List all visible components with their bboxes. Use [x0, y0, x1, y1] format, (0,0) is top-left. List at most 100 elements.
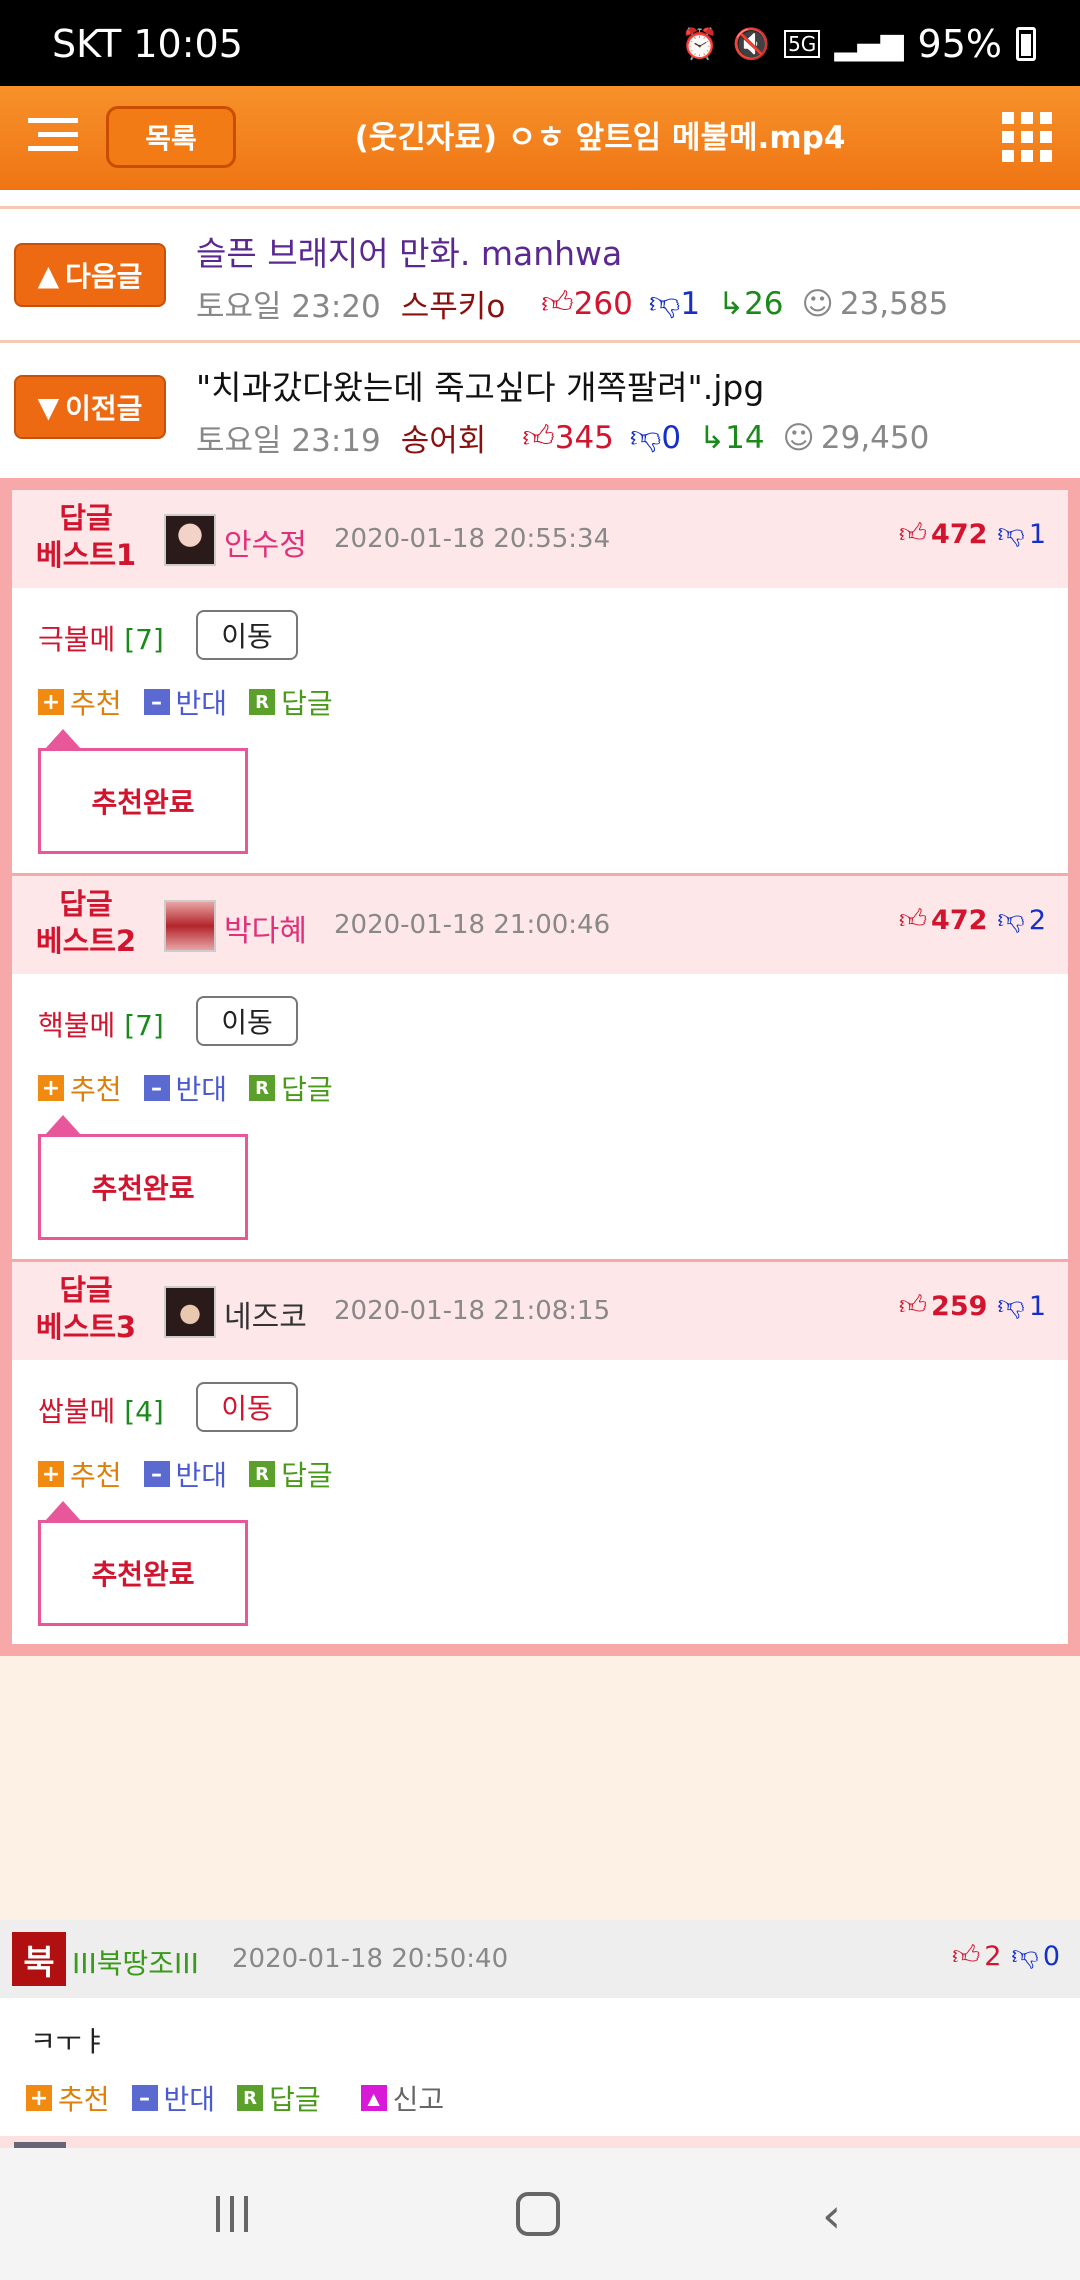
- next-post-meta: 토요일 23:20 스푸키o 👍︎ 260 👎︎ 1 ↳ 26 ☺ 23,585: [196, 281, 948, 326]
- post-author: 스푸키o: [400, 289, 506, 325]
- plus-icon: +: [26, 2085, 52, 2111]
- hamburger-menu-icon[interactable]: [28, 118, 78, 158]
- reply-r-icon: R: [237, 2085, 264, 2111]
- prev-post-row[interactable]: ▼ 이전글 "치과갔다왔는데 죽고싶다 개쪽팔려".jpg 토요일 23:19 …: [0, 340, 1080, 470]
- reply-date: 2020-01-18 20:55:34: [334, 524, 611, 554]
- thumbs-up-icon: 👍︎: [952, 1940, 981, 1971]
- thumbs-down-icon: 👎︎: [1011, 1940, 1039, 1971]
- reply-actions: + 추천 – 반대 R 답글 ▲ 신고: [26, 2078, 466, 2118]
- views-icon: ☺: [801, 285, 834, 322]
- alarm-icon: ⏰: [681, 26, 719, 62]
- reply-text: ㅋㅜㅑ: [30, 2025, 108, 2058]
- reply-actions: + 추천 – 반대 R 답글: [38, 1454, 355, 1494]
- home-icon[interactable]: [516, 2192, 560, 2236]
- up-triangle-icon: ▲: [37, 258, 60, 292]
- vote-counts: 👍︎ 472 👎︎ 2: [899, 904, 1046, 936]
- reply-count: [7]: [124, 1009, 164, 1042]
- plus-icon: +: [38, 1461, 64, 1487]
- views-icon: ☺: [782, 419, 815, 456]
- reply-author[interactable]: 네즈코: [224, 1292, 307, 1336]
- reply-button[interactable]: R 답글: [249, 1068, 333, 1108]
- vote-counts: 👍︎ 472 👎︎ 1: [899, 518, 1046, 550]
- best-reply-1: 답글 베스트1 안수정 2020-01-18 20:55:34 👍︎ 472 👎…: [12, 490, 1068, 876]
- recommend-button[interactable]: + 추천: [38, 1454, 122, 1494]
- avatar[interactable]: 북: [12, 1932, 66, 1986]
- reply-author[interactable]: 안수정: [224, 520, 307, 564]
- move-button[interactable]: 이동: [196, 610, 298, 660]
- best-reply-header: 답글 베스트3 네즈코 2020-01-18 21:08:15 👍︎ 259 👎…: [12, 1262, 1068, 1360]
- avatar[interactable]: [164, 514, 216, 566]
- oppose-button[interactable]: – 반대: [131, 2078, 215, 2118]
- reply-actions: + 추천 – 반대 R 답글: [38, 1068, 355, 1108]
- back-icon[interactable]: ‹: [822, 2188, 841, 2244]
- plus-icon: +: [38, 1075, 64, 1101]
- thumbs-down-icon: 👎︎: [629, 419, 662, 455]
- recommend-button[interactable]: + 추천: [38, 682, 122, 722]
- reply-count: 26: [744, 285, 784, 322]
- reply-arrow-icon: ↳: [718, 285, 745, 322]
- list-button[interactable]: 목록: [106, 106, 236, 168]
- post-time: 토요일 23:20: [196, 289, 381, 325]
- thumbs-up-icon: 👍︎: [898, 518, 928, 549]
- up-count: 259: [931, 1290, 988, 1322]
- next-reply-peek: [0, 2136, 1080, 2148]
- grid-apps-icon[interactable]: [1002, 112, 1052, 162]
- minus-icon: –: [143, 1461, 170, 1487]
- reply-text: 쌉불메 [4]: [38, 1395, 164, 1428]
- recommend-done-box: 추천완료: [38, 1115, 248, 1240]
- move-button[interactable]: 이동: [196, 996, 298, 1046]
- reply-r-icon: R: [249, 1075, 276, 1101]
- report-button[interactable]: ▲ 신고: [360, 2078, 444, 2118]
- reply-date: 2020-01-18 20:50:40: [232, 1944, 509, 1974]
- reply-r-icon: R: [249, 1461, 276, 1487]
- battery-percent: 95%: [917, 22, 1002, 66]
- move-button[interactable]: 이동: [196, 1382, 298, 1432]
- down-count: 0: [1042, 1940, 1060, 1972]
- next-post-row[interactable]: ▲ 다음글 슬픈 브래지어 만화. manhwa 토요일 23:20 스푸키o …: [0, 206, 1080, 336]
- best-reply-header: 답글 베스트1 안수정 2020-01-18 20:55:34 👍︎ 472 👎…: [12, 490, 1068, 588]
- report-siren-icon: ▲: [360, 2085, 387, 2111]
- up-count: 472: [931, 904, 988, 936]
- recent-apps-icon[interactable]: [216, 2196, 248, 2232]
- best-reply-2: 답글 베스트2 박다혜 2020-01-18 21:00:46 👍︎ 472 👎…: [12, 876, 1068, 1262]
- best-reply-label: 답글 베스트3: [35, 1273, 137, 1344]
- oppose-button[interactable]: – 반대: [143, 1454, 227, 1494]
- avatar[interactable]: [164, 1286, 216, 1338]
- thumbs-down-icon: 👎︎: [648, 285, 681, 321]
- down-count: 0: [661, 419, 682, 456]
- network-type: 5G: [784, 30, 821, 58]
- thumbs-down-icon: 👎︎: [997, 1290, 1025, 1321]
- minus-icon: –: [143, 689, 170, 715]
- views-count: 23,585: [839, 285, 949, 322]
- avatar[interactable]: [164, 900, 216, 952]
- best-reply-3: 답글 베스트3 네즈코 2020-01-18 21:08:15 👍︎ 259 👎…: [12, 1262, 1068, 1648]
- thumbs-up-icon: 👍︎: [898, 904, 928, 935]
- minus-icon: –: [143, 1075, 170, 1101]
- reply-date: 2020-01-18 21:08:15: [334, 1296, 611, 1326]
- prev-post-button[interactable]: ▼ 이전글: [14, 375, 166, 439]
- reply-author[interactable]: III북땅조III: [72, 1942, 199, 1982]
- oppose-button[interactable]: – 반대: [143, 1068, 227, 1108]
- thumbs-down-icon: 👎︎: [997, 518, 1025, 549]
- reply-button[interactable]: R 답글: [249, 1454, 333, 1494]
- reply-header: 북 III북땅조III 2020-01-18 20:50:40 👍︎ 2 👎︎ …: [0, 1920, 1080, 1998]
- next-post-title[interactable]: 슬픈 브래지어 만화. manhwa: [196, 227, 622, 275]
- prev-post-title[interactable]: "치과갔다왔는데 죽고싶다 개쪽팔려".jpg: [196, 361, 764, 409]
- up-count: 345: [554, 419, 614, 456]
- status-icons: ⏰ 🔇 5G ▂▄▆ 95%: [681, 22, 1036, 66]
- vote-counts: 👍︎ 2 👎︎ 0: [952, 1940, 1060, 1972]
- oppose-button[interactable]: – 반대: [143, 682, 227, 722]
- best-replies-section: 답글 베스트1 안수정 2020-01-18 20:55:34 👍︎ 472 👎…: [0, 478, 1080, 1656]
- reply-count: [4]: [124, 1395, 164, 1428]
- reply-author[interactable]: 박다혜: [224, 906, 307, 950]
- status-bar: SKT 10:05 ⏰ 🔇 5G ▂▄▆ 95%: [0, 0, 1080, 86]
- next-post-button[interactable]: ▲ 다음글: [14, 243, 166, 307]
- thumbs-down-icon: 👎︎: [997, 904, 1025, 935]
- reply-button[interactable]: R 답글: [237, 2078, 321, 2118]
- recommend-button[interactable]: + 추천: [26, 2078, 110, 2118]
- up-count: 2: [984, 1940, 1002, 1972]
- up-count: 260: [573, 285, 633, 322]
- recommend-button[interactable]: + 추천: [38, 1068, 122, 1108]
- down-count: 2: [1028, 904, 1046, 936]
- reply-button[interactable]: R 답글: [249, 682, 333, 722]
